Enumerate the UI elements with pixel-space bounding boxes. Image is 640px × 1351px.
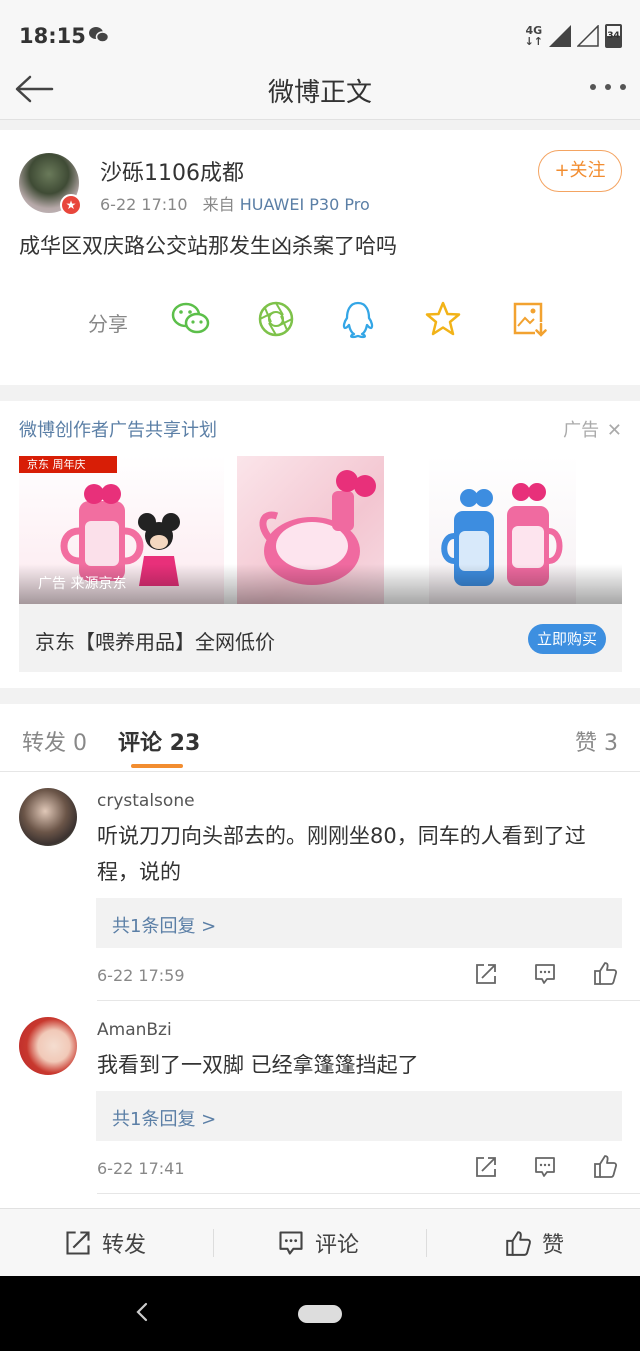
follow-button[interactable]: +关注 [538,150,622,192]
wechat-icon [171,302,210,334]
chevron-left-icon [136,1302,148,1322]
share-qq-button[interactable] [340,300,376,344]
comment-like-button[interactable] [592,960,618,990]
author-name[interactable]: 沙砾1106成都 [100,155,244,187]
author-avatar[interactable]: ★ [19,153,82,216]
save-image-icon [513,302,547,337]
share-label: 分享 [88,312,128,336]
comment-author[interactable]: crystalsone [97,791,195,811]
status-right: 4G ↓↑ 34 [525,24,622,48]
share-wechat-button[interactable] [170,300,212,342]
thumbs-up-icon [594,962,618,985]
ad-text: 京东【喂养用品】全网低价 [35,630,275,654]
action-divider [426,1229,427,1257]
system-navigation-bar [0,1276,640,1351]
action-divider [213,1229,214,1257]
ad-close-button[interactable]: 广告 ✕ [563,416,622,442]
system-home-button[interactable] [298,1305,342,1323]
ad-footer[interactable]: 京东【喂养用品】全网低价 立即购买 [19,604,622,672]
avatar[interactable] [19,1017,77,1075]
post-meta: 6-22 17:10 来自 HUAWEI P30 Pro [100,191,370,215]
wechat-icon [88,26,110,48]
repost-icon [66,1231,90,1255]
signal-empty-icon [577,25,599,47]
list-item: crystalsone 听说刀刀向头部去的。刚刚坐80，同车的人看到了过程，说的… [0,772,640,1001]
repost-icon [476,964,496,984]
comment-label: 评论 [315,1233,360,1258]
comment-divider [97,1193,640,1194]
comment-tabs: 转发 0 评论 23 赞 3 [0,704,640,772]
moments-icon [258,301,294,337]
comment-reply-button[interactable] [533,962,557,990]
data-arrows-icon: ↓↑ [524,35,543,48]
close-icon: ✕ [606,420,622,441]
status-time: 18:15 [19,24,86,48]
ad-card[interactable]: 微博创作者广告共享计划 广告 ✕ 京东 周年庆 广告 来源京东 京东【喂养用品】… [0,401,640,688]
comment-repost-button[interactable] [474,962,498,990]
bottom-action-bar: 转发 评论 赞 [0,1208,640,1276]
post-device[interactable]: HUAWEI P30 Pro [240,195,370,214]
repost-icon [476,1157,496,1177]
nav-bar: 微博正文 [0,60,640,120]
comment-reply-button[interactable] [533,1155,557,1183]
network-indicator: 4G ↓↑ [525,25,543,47]
comment-replies-link[interactable]: 共1条回复 > [96,898,622,948]
more-dots-icon [590,84,596,90]
comment-time: 6-22 17:59 [97,966,185,985]
jd-badge: 京东 周年庆 [19,456,117,473]
ad-tag-label: 广告 [563,420,600,441]
post-from-label: 来自 [202,195,235,214]
replies-label: 共1条回复 > [112,1109,217,1130]
comment-icon [535,1157,555,1177]
comment-button[interactable]: 评论 [277,1209,359,1277]
signal-icon [549,25,571,47]
page-title: 微博正文 [267,78,372,108]
ad-image-strip[interactable]: 京东 周年庆 广告 来源京东 [19,456,622,604]
tab-comments[interactable]: 评论 23 [118,725,200,757]
comment-repost-button[interactable] [474,1155,498,1183]
comment-replies-link[interactable]: 共1条回复 > [96,1091,622,1141]
system-back-button[interactable] [134,1301,150,1329]
post-card: ★ 沙砾1106成都 6-22 17:10 来自 HUAWEI P30 Pro … [0,130,640,385]
comment-like-button[interactable] [592,1153,618,1183]
comment-author[interactable]: AmanBzi [97,1020,172,1040]
buy-now-button[interactable]: 立即购买 [528,624,606,654]
tab-repost[interactable]: 转发 0 [22,725,87,757]
post-time: 6-22 17:10 [100,195,188,214]
like-label: 赞 [542,1233,565,1258]
ad-source-label: 广告 来源京东 [38,576,127,592]
active-tab-indicator [131,764,183,768]
comment-text: 听说刀刀向头部去的。刚刚坐80，同车的人看到了过程，说的 [97,824,586,884]
repost-button[interactable]: 转发 [64,1209,146,1277]
comment-icon [279,1231,303,1255]
tab-likes[interactable]: 赞 3 [575,725,618,757]
comment-icon [535,964,555,984]
comment-list: crystalsone 听说刀刀向头部去的。刚刚坐80，同车的人看到了过程，说的… [0,772,640,1208]
share-moments-button[interactable] [257,300,295,342]
comment-time: 6-22 17:41 [97,1159,185,1178]
ad-program-label[interactable]: 微博创作者广告共享计划 [19,416,217,442]
thumbs-up-icon [594,1155,618,1178]
qq-icon [342,301,374,339]
share-favorite-button[interactable] [424,300,462,342]
share-save-image-button[interactable] [511,300,547,342]
repost-label: 转发 [102,1233,147,1258]
post-text: 成华区双庆路公交站那发生凶杀案了哈吗 [19,234,397,258]
list-item: AmanBzi 我看到了一双脚 已经拿篷篷挡起了 共1条回复 > 6-22 17… [0,1001,640,1208]
replies-label: 共1条回复 > [112,916,217,937]
more-button[interactable] [590,84,626,90]
thumbs-up-icon [506,1231,531,1256]
weibo-post-screen: 18:15 4G ↓↑ 34 微博正文 ★ 沙砾1106成都 6-22 17:1… [0,0,640,1351]
battery-icon: 34 [605,24,622,48]
avatar[interactable] [19,788,77,846]
favorite-star-icon [425,301,461,336]
comment-text: 我看到了一双脚 已经拿篷篷挡起了 [97,1053,419,1077]
like-button[interactable]: 赞 [504,1209,564,1277]
battery-level: 34 [607,31,620,41]
verified-badge-icon: ★ [60,194,82,216]
